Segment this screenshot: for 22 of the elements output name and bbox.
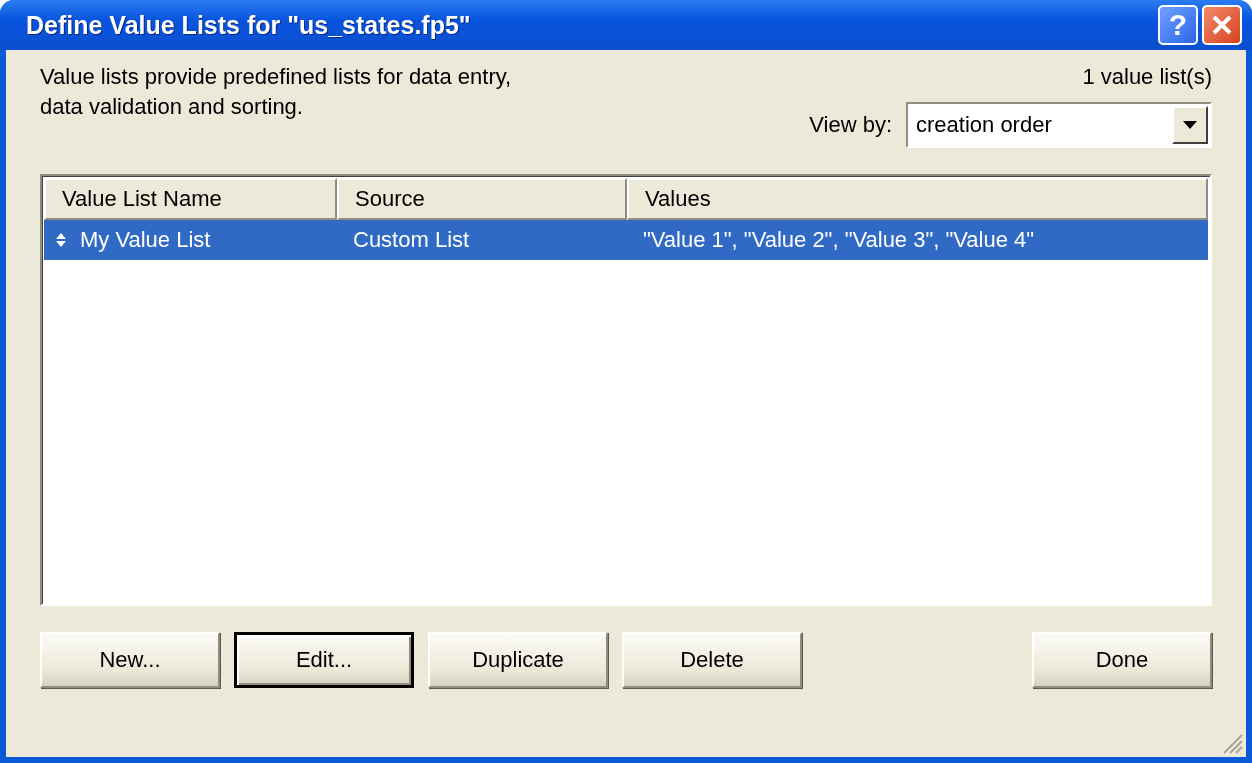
table-cell: Custom List: [353, 227, 470, 253]
list-count: 1 value list(s): [1082, 63, 1212, 91]
close-button[interactable]: [1202, 5, 1242, 45]
dialog-button[interactable]: Delete: [622, 632, 802, 688]
view-by-dropdown[interactable]: creation order: [906, 102, 1212, 148]
move-handle-icon[interactable]: [56, 233, 66, 247]
table-cell: "Value 1", "Value 2", "Value 3", "Value 4": [643, 227, 1035, 253]
dialog-button[interactable]: New...: [40, 632, 220, 688]
window-title: Define Value Lists for "us_states.fp5": [26, 10, 472, 40]
dialog-button[interactable]: Duplicate: [428, 632, 608, 688]
dialog-button[interactable]: Edit...: [234, 632, 414, 688]
done-button[interactable]: Done: [1032, 632, 1212, 688]
column-header[interactable]: Value List Name: [44, 178, 337, 220]
help-button[interactable]: ?: [1158, 5, 1198, 45]
description-text: Value lists provide predefined lists for data entry, data validation and sorting.: [40, 63, 512, 121]
view-by-label: View by:: [809, 112, 892, 138]
column-header[interactable]: Values: [627, 178, 1208, 220]
table-cell: My Value List: [80, 227, 211, 253]
dropdown-arrow-icon: [1183, 121, 1197, 129]
close-icon: [1211, 14, 1233, 36]
column-header[interactable]: Source: [337, 178, 627, 220]
list-row[interactable]: My Value List Custom List "Value 1", "Value 2", "Value 3", "Value 4": [44, 220, 1208, 260]
